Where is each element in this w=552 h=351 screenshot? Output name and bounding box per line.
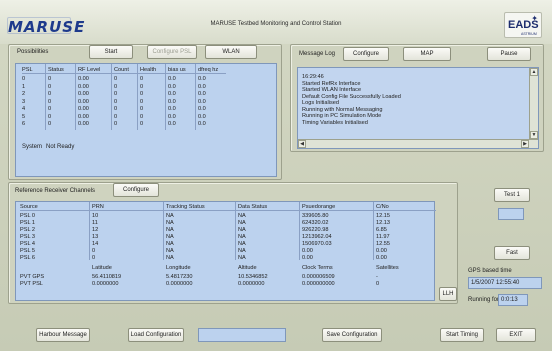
possibilities-label: Possibilities (17, 49, 49, 55)
column-divider (299, 202, 300, 260)
start-timing-button[interactable]: Start Timing (440, 328, 484, 342)
table-cell: Satellites (376, 265, 399, 271)
app-window: MARUSE MARUSE Testbed Monitoring and Con… (0, 0, 552, 351)
scroll-right-icon[interactable]: ▶ (521, 140, 529, 148)
column-divider (165, 64, 166, 130)
possibilities-panel: Possibilities Start Configure PSL WLAN P… (8, 44, 282, 180)
table-cell: PVT PSL (20, 281, 43, 287)
eads-logo: EADS ASTRIUM ✦ (504, 12, 542, 38)
table-cell: 0.00 (376, 255, 387, 261)
column-header: Health (140, 67, 157, 73)
column-header: Psuedorange (302, 204, 336, 210)
test-1-button[interactable]: Test 1 (494, 188, 530, 202)
wlan-button[interactable]: WLAN (205, 45, 257, 59)
table-cell: 0.00 (78, 121, 89, 127)
table-cell: 0 (92, 255, 96, 261)
system-label: System (22, 144, 43, 150)
pause-button[interactable]: Pause (487, 47, 531, 61)
message-log-box[interactable]: 16:29:46 Started RefRx Interface Started W… (297, 67, 539, 149)
column-divider (373, 202, 374, 260)
column-header: dfreq hz (198, 67, 219, 73)
table-cell: Clock Terms (302, 265, 333, 271)
eads-logo-subtext: ASTRIUM (521, 32, 537, 36)
pvt-header-row: Latitude Longitude Altitude Clock Terms Sate… (20, 264, 436, 272)
running-for-label: Running for (468, 297, 500, 303)
reference-configure-button[interactable]: Configure (113, 183, 159, 197)
header: MARUSE MARUSE Testbed Monitoring and Con… (0, 0, 552, 44)
column-divider (89, 202, 90, 260)
scroll-up-icon[interactable]: ▲ (530, 68, 538, 76)
table-cell: 0.0 (168, 121, 176, 127)
table-cell: Latitude (92, 265, 112, 271)
column-divider (163, 202, 164, 260)
table-cell: 0 (376, 281, 380, 287)
exit-button[interactable]: EXIT (496, 328, 536, 342)
message-log-label: Message Log (299, 51, 336, 57)
table-cell (20, 264, 92, 272)
reference-table: Source PRN Tracking Status Data Status Psued… (15, 201, 436, 301)
table-cell: 0.00 (302, 255, 313, 261)
possibilities-table: PSL Status RF Level Count Health bias us dfreq… (15, 63, 277, 177)
scroll-left-icon[interactable]: ◀ (298, 140, 306, 148)
column-divider (111, 64, 112, 130)
column-header: Status (48, 67, 64, 73)
column-header: Source (20, 204, 38, 210)
table-cell: 0.0000000 (238, 281, 265, 287)
column-divider (45, 64, 46, 130)
gps-time-label: GPS based time (468, 268, 512, 274)
reference-receiver-panel: Reference Receiver Channels Configure So… (8, 182, 458, 304)
log-configure-button[interactable]: Configure (343, 47, 389, 61)
message-log-panel: Message Log Configure MAP Pause 16:29:46… (290, 44, 544, 152)
running-for-field: 0:0:13 (498, 294, 528, 306)
table-cell: 0.0000000 (166, 281, 193, 287)
reference-receiver-label: Reference Receiver Channels (15, 188, 96, 194)
log-vertical-scrollbar[interactable]: ▲ ▼ (529, 68, 538, 148)
table-cell: 0.0000000 (92, 281, 119, 287)
start-button[interactable]: Start (89, 45, 133, 59)
map-button[interactable]: MAP (403, 47, 451, 61)
column-header: bias us (168, 67, 186, 73)
column-header: C/No (376, 204, 389, 210)
table-cell: 0 (140, 121, 144, 127)
column-divider (195, 64, 196, 130)
system-status: Not Ready (46, 144, 75, 150)
app-title: MARUSE Testbed Monitoring and Control St… (210, 21, 342, 27)
column-header: Tracking Status (166, 204, 205, 210)
column-header: PRN (92, 204, 104, 210)
star-icon: ✦ (531, 14, 538, 23)
table-cell: 0.0 (198, 121, 206, 127)
table-cell: 0.000000000 (302, 281, 335, 287)
fast-button[interactable]: Fast (494, 246, 530, 260)
message-log-lines: 16:29:46 Started RefRx Interface Started W… (298, 68, 538, 126)
save-configuration-button[interactable]: Save Configuration (322, 328, 382, 342)
configuration-file-field[interactable] (198, 328, 286, 342)
table-cell: NA (166, 255, 174, 261)
log-line: Timing Variables Initialised (302, 119, 368, 126)
table-cell: Longitude (166, 265, 191, 271)
test-indicator (498, 208, 524, 220)
column-divider (75, 64, 76, 130)
load-configuration-button[interactable]: Load Configuration (128, 328, 184, 342)
table-cell: PSL 6 (20, 255, 36, 261)
column-divider (137, 64, 138, 130)
gps-time-field: 1/5/2007 12:55:40 (468, 277, 542, 289)
scroll-down-icon[interactable]: ▼ (530, 131, 538, 139)
harbour-message-button[interactable]: Harbour Message (36, 328, 90, 342)
configure-psl-button[interactable]: Configure PSL (147, 45, 197, 59)
table-cell: 0 (48, 121, 52, 127)
column-header: RF Level (78, 67, 101, 73)
column-divider (235, 202, 236, 260)
pvt-row: PVT PSL 0.0000000 0.0000000 0.0000000 0.0000… (20, 280, 436, 288)
llh-button[interactable]: LLH (439, 287, 457, 301)
column-header: Data Status (238, 204, 268, 210)
table-cell: Altitude (238, 265, 257, 271)
log-horizontal-scrollbar[interactable]: ◀ ▶ (298, 139, 538, 148)
table-cell: NA (238, 255, 246, 261)
